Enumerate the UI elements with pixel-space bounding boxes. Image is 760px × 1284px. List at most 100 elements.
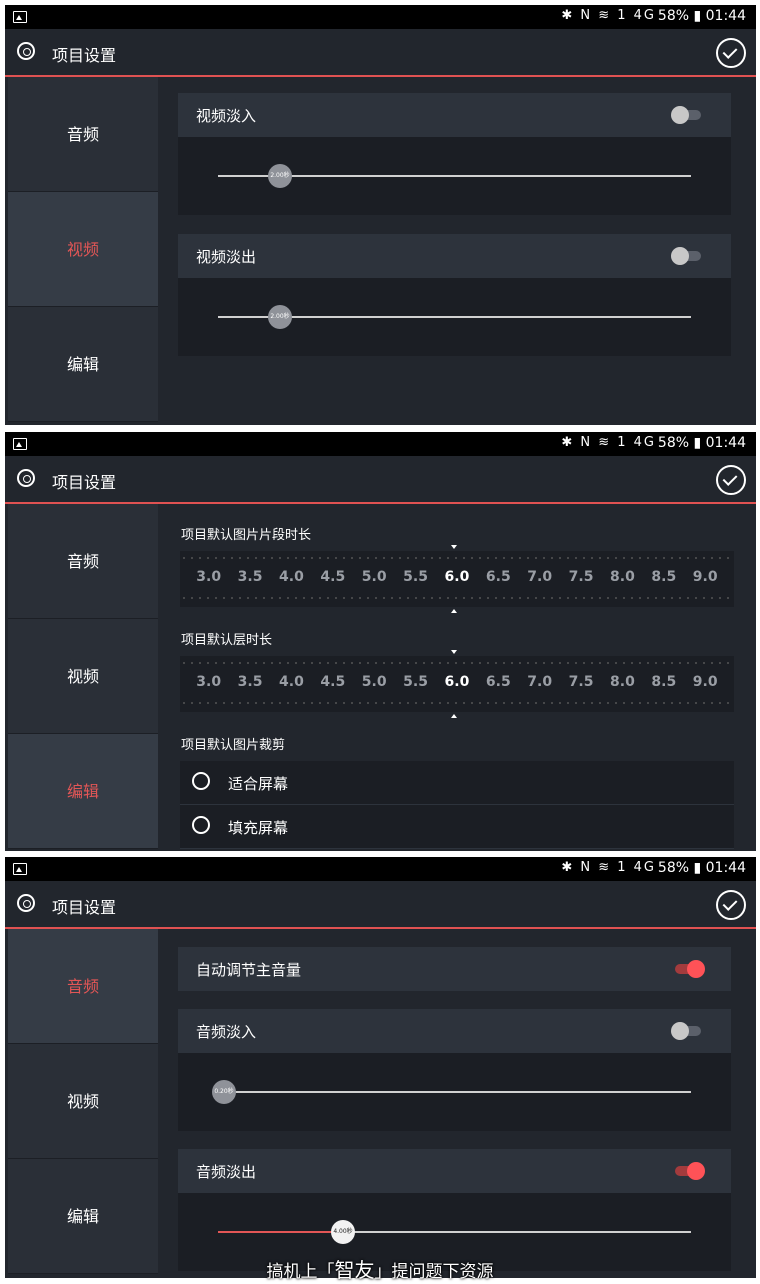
audio-fade-in-thumb[interactable]: 0.20秒	[212, 1080, 236, 1104]
audio-fade-in-label: 音频淡入	[196, 1023, 257, 1041]
settings-icon	[17, 894, 35, 912]
radio-unchecked-icon[interactable]	[192, 772, 210, 790]
picker-value[interactable]: 7.0	[527, 674, 552, 690]
audio-fade-in-slider[interactable]: 0.20秒	[212, 1080, 691, 1104]
audio-fade-in-card: 音频淡入 0.20秒	[178, 1009, 731, 1131]
image-clip-duration-picker[interactable]: 3.0 3.5 4.0 4.5 5.0 5.5 6.0 6.5 7.0 7.5 8.0 8.5 9.0	[180, 545, 734, 613]
audio-fade-out-card: 音频淡出 4.00秒	[178, 1149, 731, 1271]
picker-value[interactable]: 3.5	[238, 569, 263, 585]
sidebar: 音频 视频 编辑	[8, 929, 158, 1274]
sidebar-item-audio[interactable]: 音频	[8, 77, 158, 192]
gallery-icon	[13, 438, 27, 450]
picker-value[interactable]: 6.0	[445, 569, 470, 585]
audio-content: 自动调节主音量 音频淡入 0.20秒 音频淡出 4.00秒	[158, 929, 756, 1278]
battery-time: 58% ▮ 01:44	[657, 8, 746, 24]
picker-value[interactable]: 9.0	[693, 569, 718, 585]
sidebar: 音频 视频 编辑	[8, 504, 158, 849]
status-icons: ✱ N ≋ 1 4G	[561, 435, 656, 450]
video-fade-in-thumb[interactable]: 2.00秒	[268, 164, 292, 188]
battery-time: 58% ▮ 01:44	[657, 435, 746, 451]
page-title: 项目设置	[52, 898, 117, 917]
picker-value[interactable]: 5.0	[362, 569, 387, 585]
audio-fade-out-thumb[interactable]: 4.00秒	[331, 1220, 355, 1244]
sidebar-item-video[interactable]: 视频	[8, 619, 158, 734]
picker-marker-bottom-icon	[451, 609, 457, 613]
crop-option-fill[interactable]: 填充屏幕	[180, 805, 734, 849]
page-title: 项目设置	[52, 473, 117, 492]
video-fade-in-card: 视频淡入 2.00秒	[178, 93, 731, 215]
video-fade-in-slider[interactable]: 2.00秒	[218, 164, 691, 188]
picker-value[interactable]: 4.5	[320, 569, 345, 585]
sidebar-item-audio[interactable]: 音频	[8, 504, 158, 619]
picker-value[interactable]: 6.0	[445, 674, 470, 690]
picker-marker-bottom-icon	[451, 714, 457, 718]
audio-fade-out-toggle[interactable]	[671, 1162, 705, 1180]
video-fade-out-toggle[interactable]	[671, 247, 703, 265]
picker-value[interactable]: 3.0	[196, 674, 221, 690]
audio-fade-out-label: 音频淡出	[196, 1163, 257, 1181]
sidebar-item-video[interactable]: 视频	[8, 192, 158, 307]
edit-content: 项目默认图片片段时长 3.0 3.5 4.0 4.5 5.0 5.5 6.0 6.5 7.0 7.…	[158, 504, 756, 851]
app-bar: 项目设置	[5, 29, 756, 77]
picker-value[interactable]: 6.5	[486, 674, 511, 690]
picker-value[interactable]: 3.5	[238, 674, 263, 690]
picker-value[interactable]: 8.5	[651, 674, 676, 690]
sidebar-item-edit[interactable]: 编辑	[8, 307, 158, 422]
gallery-icon	[13, 11, 27, 23]
picker-value[interactable]: 7.0	[527, 569, 552, 585]
watermark-text: 搞机上「智友」提问题下资源	[266, 1258, 494, 1282]
picker-value[interactable]: 6.5	[486, 569, 511, 585]
picker-value[interactable]: 7.5	[569, 569, 594, 585]
sidebar-item-edit[interactable]: 编辑	[8, 734, 158, 849]
crop-option-fit[interactable]: 适合屏幕	[180, 761, 734, 805]
picker-value[interactable]: 4.0	[279, 674, 304, 690]
picker-value[interactable]: 5.5	[403, 674, 428, 690]
status-icons: ✱ N ≋ 1 4G	[561, 860, 656, 875]
layer-duration-picker[interactable]: 3.0 3.5 4.0 4.5 5.0 5.5 6.0 6.5 7.0 7.5 8.0 8.5 9.0	[180, 650, 734, 718]
video-fade-out-thumb[interactable]: 2.00秒	[268, 305, 292, 329]
confirm-check-icon[interactable]	[716, 890, 746, 920]
video-fade-out-label: 视频淡出	[196, 248, 257, 266]
app-bar: 项目设置	[5, 456, 756, 504]
audio-fade-out-slider[interactable]: 4.00秒	[218, 1220, 691, 1244]
gallery-icon	[13, 863, 27, 875]
picker-value[interactable]: 5.5	[403, 569, 428, 585]
picker-value[interactable]: 8.0	[610, 569, 635, 585]
image-clip-duration-label: 项目默认图片片段时长	[181, 528, 312, 543]
radio-unchecked-icon[interactable]	[192, 816, 210, 834]
picker-value[interactable]: 9.0	[693, 674, 718, 690]
screenshot-video-settings: ✱ N ≋ 1 4G 58% ▮ 01:44 项目设置 音频 视频 编辑 视频淡…	[5, 5, 756, 425]
video-content: 视频淡入 2.00秒 视频淡出 2.00秒	[158, 77, 756, 425]
picker-value[interactable]: 8.0	[610, 674, 635, 690]
sidebar-item-audio[interactable]: 音频	[8, 929, 158, 1044]
battery-time: 58% ▮ 01:44	[657, 860, 746, 876]
settings-icon	[17, 42, 35, 60]
sidebar-item-video[interactable]: 视频	[8, 1044, 158, 1159]
status-bar: ✱ N ≋ 1 4G 58% ▮ 01:44	[5, 432, 756, 456]
status-bar: ✱ N ≋ 1 4G 58% ▮ 01:44	[5, 5, 756, 29]
audio-fade-in-toggle[interactable]	[671, 1022, 703, 1040]
page-title: 项目设置	[52, 46, 117, 65]
video-fade-out-slider[interactable]: 2.00秒	[218, 305, 691, 329]
picker-value[interactable]: 8.5	[651, 569, 676, 585]
picker-value[interactable]: 4.5	[320, 674, 345, 690]
confirm-check-icon[interactable]	[716, 38, 746, 68]
app-bar: 项目设置	[5, 881, 756, 929]
status-bar: ✱ N ≋ 1 4G 58% ▮ 01:44	[5, 857, 756, 881]
video-fade-in-label: 视频淡入	[196, 107, 257, 125]
sidebar: 音频 视频 编辑	[8, 77, 158, 422]
confirm-check-icon[interactable]	[716, 465, 746, 495]
auto-volume-label: 自动调节主音量	[196, 961, 302, 979]
status-icons: ✱ N ≋ 1 4G	[561, 8, 656, 23]
layer-duration-label: 项目默认层时长	[181, 633, 273, 648]
picker-value[interactable]: 4.0	[279, 569, 304, 585]
video-fade-in-toggle[interactable]	[671, 106, 703, 124]
picker-value[interactable]: 3.0	[196, 569, 221, 585]
screenshot-audio-settings: ✱ N ≋ 1 4G 58% ▮ 01:44 项目设置 音频 视频 编辑 自动调…	[5, 857, 756, 1278]
auto-volume-toggle[interactable]	[671, 960, 705, 978]
picker-value[interactable]: 7.5	[569, 674, 594, 690]
image-crop-label: 项目默认图片裁剪	[181, 738, 286, 753]
picker-value[interactable]: 5.0	[362, 674, 387, 690]
settings-icon	[17, 469, 35, 487]
video-fade-out-card: 视频淡出 2.00秒	[178, 234, 731, 356]
